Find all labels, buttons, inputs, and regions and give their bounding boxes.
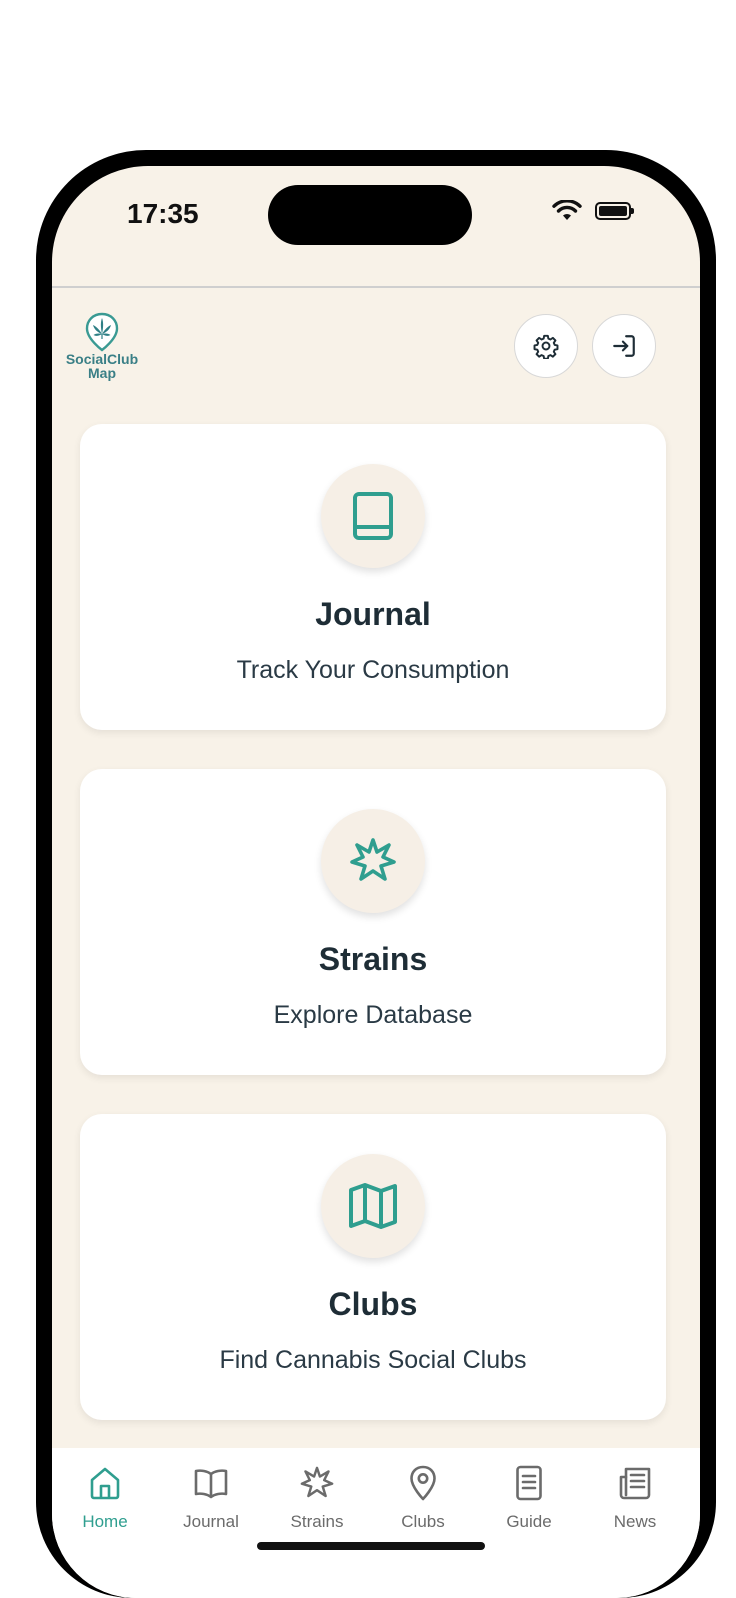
status-time: 17:35 [127, 198, 199, 229]
tab-clubs[interactable]: Clubs [370, 1464, 476, 1532]
strains-card-icon-badge [321, 809, 425, 913]
battery-icon [595, 202, 634, 220]
tab-journal-label: Journal [183, 1512, 239, 1531]
home-indicator [257, 1542, 485, 1550]
clubs-card-title: Clubs [328, 1286, 418, 1322]
tab-news-label: News [613, 1512, 657, 1531]
tab-strains-label: Strains [290, 1512, 344, 1531]
journal-card-subtitle: Track Your Consumption [236, 656, 510, 684]
journal-card-icon-badge [321, 464, 425, 568]
cannabis-leaf-icon [300, 1466, 334, 1498]
settings-button[interactable] [514, 314, 578, 378]
clubs-card-icon-badge [321, 1154, 425, 1258]
wifi-icon [552, 200, 582, 220]
header-divider [52, 286, 700, 288]
home-icon [90, 1467, 120, 1500]
tab-home-label: Home [82, 1512, 128, 1531]
cannabis-leaf-icon [350, 838, 396, 881]
login-button[interactable] [592, 314, 656, 378]
clubs-card[interactable]: Clubs Find Cannabis Social Clubs [80, 1114, 666, 1420]
tab-guide-label: Guide [506, 1512, 552, 1531]
tab-guide[interactable]: Guide [476, 1464, 582, 1532]
tab-news[interactable]: News [582, 1464, 688, 1532]
clubs-card-subtitle: Find Cannabis Social Clubs [219, 1346, 527, 1374]
tab-clubs-label: Clubs [401, 1512, 445, 1531]
logo-text-line2: Map [88, 365, 116, 381]
map-icon [349, 1183, 397, 1229]
book-icon [353, 492, 393, 540]
journal-card[interactable]: Journal Track Your Consumption [80, 424, 666, 730]
open-book-icon [194, 1469, 228, 1499]
journal-card-title: Journal [315, 596, 431, 632]
newspaper-icon [619, 1467, 651, 1500]
logo-pin-icon [85, 312, 119, 352]
document-icon [516, 1465, 542, 1501]
bottom-tab-bar: Home Journal Strains Clubs Guide News [52, 1448, 700, 1598]
app-logo: SocialClub Map [62, 312, 142, 380]
tab-home[interactable]: Home [52, 1464, 158, 1532]
tab-journal[interactable]: Journal [158, 1464, 264, 1532]
dynamic-island [268, 185, 472, 245]
strains-card-title: Strains [318, 941, 428, 977]
map-pin-icon [410, 1465, 436, 1501]
strains-card[interactable]: Strains Explore Database [80, 769, 666, 1075]
tab-strains[interactable]: Strains [264, 1464, 370, 1532]
gear-icon [533, 334, 559, 359]
login-icon [613, 335, 635, 357]
strains-card-subtitle: Explore Database [273, 1001, 473, 1029]
app-screen: 17:35 SocialClub Map Journal Track Your … [52, 166, 700, 1598]
status-bar: 17:35 [52, 166, 700, 286]
